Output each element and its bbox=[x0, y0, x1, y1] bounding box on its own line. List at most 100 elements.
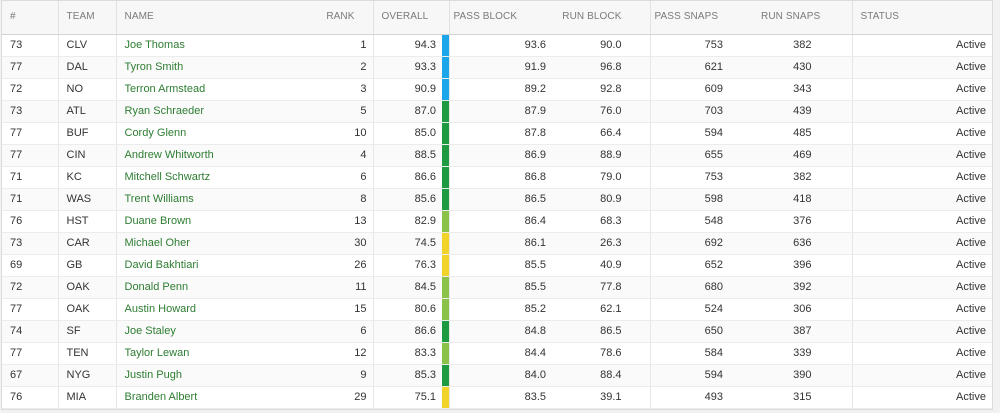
cell-player-name-link[interactable]: Joe Staley bbox=[116, 320, 316, 343]
cell-player-name-link[interactable]: Austin Howard bbox=[116, 298, 316, 321]
cell-pass-block: 86.9 bbox=[449, 144, 552, 167]
cell-rank: 3 bbox=[316, 78, 374, 101]
cell-run-snaps: 430 bbox=[753, 56, 853, 79]
table-row[interactable]: 71 WAS Trent Williams 8 85.6 86.5 80.9 598 418 Ac… bbox=[2, 188, 992, 211]
cell-number: 67 bbox=[2, 364, 59, 387]
cell-player-name-link[interactable]: Tyron Smith bbox=[116, 56, 316, 79]
cell-grade-tier bbox=[442, 298, 450, 321]
cell-team: CIN bbox=[58, 144, 117, 167]
table-row[interactable]: 73 CLV Joe Thomas 1 94.3 93.6 90.0 753 382 Active bbox=[2, 34, 992, 57]
table-body: 73 CLV Joe Thomas 1 94.3 93.6 90.0 753 382 Active… bbox=[2, 34, 992, 409]
cell-player-name-link[interactable]: Cordy Glenn bbox=[116, 122, 316, 145]
cell-player-name-link[interactable]: Mitchell Schwartz bbox=[116, 166, 316, 189]
cell-overall: 88.5 bbox=[373, 144, 442, 167]
cell-run-block: 39.1 bbox=[552, 386, 651, 409]
cell-player-name-link[interactable]: Joe Thomas bbox=[116, 34, 316, 57]
col-header-status[interactable]: STATUS bbox=[852, 1, 992, 35]
cell-player-name-link[interactable]: Duane Brown bbox=[116, 210, 316, 233]
cell-run-block: 88.9 bbox=[552, 144, 651, 167]
cell-rank: 1 bbox=[316, 34, 374, 57]
table-row[interactable]: 76 HST Duane Brown 13 82.9 86.4 68.3 548 376 Acti… bbox=[2, 210, 992, 233]
cell-run-snaps: 636 bbox=[753, 232, 853, 255]
cell-run-block: 78.6 bbox=[552, 342, 651, 365]
cell-player-name-link[interactable]: Michael Oher bbox=[116, 232, 316, 255]
cell-status: Active bbox=[852, 188, 992, 211]
cell-status: Active bbox=[852, 364, 992, 387]
table-row[interactable]: 77 BUF Cordy Glenn 10 85.0 87.8 66.4 594 485 Acti… bbox=[2, 122, 992, 145]
cell-player-name-link[interactable]: David Bakhtiari bbox=[116, 254, 316, 277]
table-row[interactable]: 69 GB David Bakhtiari 26 76.3 85.5 40.9 652 396 A… bbox=[2, 254, 992, 277]
cell-rank: 2 bbox=[316, 56, 374, 79]
table-row[interactable]: 73 ATL Ryan Schraeder 5 87.0 87.9 76.0 703 439 Ac… bbox=[2, 100, 992, 123]
table-row[interactable]: 77 CIN Andrew Whitworth 4 88.5 86.9 88.9 655 469… bbox=[2, 144, 992, 167]
cell-pass-block: 91.9 bbox=[449, 56, 552, 79]
cell-pass-block: 84.4 bbox=[449, 342, 552, 365]
col-header-overall[interactable]: OVERALL bbox=[373, 1, 450, 35]
table-row[interactable]: 72 OAK Donald Penn 11 84.5 85.5 77.8 680 392 Acti… bbox=[2, 276, 992, 299]
cell-overall: 86.6 bbox=[373, 320, 442, 343]
table-row[interactable]: 71 KC Mitchell Schwartz 6 86.6 86.8 79.0 753 382… bbox=[2, 166, 992, 189]
cell-rank: 6 bbox=[316, 320, 374, 343]
cell-team: NO bbox=[58, 78, 117, 101]
cell-player-name-link[interactable]: Donald Penn bbox=[116, 276, 316, 299]
table-row[interactable]: 77 DAL Tyron Smith 2 93.3 91.9 96.8 621 430 Activ… bbox=[2, 56, 992, 79]
col-header-rank[interactable]: RANK bbox=[316, 1, 374, 35]
table-row[interactable]: 77 TEN Taylor Lewan 12 83.3 84.4 78.6 584 339 Act… bbox=[2, 342, 992, 365]
cell-team: CLV bbox=[58, 34, 117, 57]
cell-run-snaps: 392 bbox=[753, 276, 853, 299]
cell-status: Active bbox=[852, 298, 992, 321]
cell-rank: 10 bbox=[316, 122, 374, 145]
cell-rank: 4 bbox=[316, 144, 374, 167]
col-header-pass-block[interactable]: PASS BLOCK bbox=[449, 1, 647, 35]
cell-team: BUF bbox=[58, 122, 117, 145]
cell-player-name-link[interactable]: Trent Williams bbox=[116, 188, 316, 211]
table-row[interactable]: 67 NYG Justin Pugh 9 85.3 84.0 88.4 594 390 Activ… bbox=[2, 364, 992, 387]
cell-grade-tier bbox=[442, 78, 450, 101]
cell-number: 72 bbox=[2, 78, 59, 101]
table-row[interactable]: 74 SF Joe Staley 6 86.6 84.8 86.5 650 387 Active bbox=[2, 320, 992, 343]
cell-run-snaps: 343 bbox=[753, 78, 853, 101]
cell-overall: 80.6 bbox=[373, 298, 442, 321]
cell-grade-tier bbox=[442, 210, 450, 233]
cell-overall: 82.9 bbox=[373, 210, 442, 233]
cell-pass-snaps: 594 bbox=[650, 122, 753, 145]
cell-number: 73 bbox=[2, 232, 59, 255]
cell-player-name-link[interactable]: Ryan Schraeder bbox=[116, 100, 316, 123]
cell-player-name-link[interactable]: Andrew Whitworth bbox=[116, 144, 316, 167]
cell-pass-snaps: 753 bbox=[650, 34, 753, 57]
cell-grade-tier bbox=[442, 122, 450, 145]
cell-player-name-link[interactable]: Taylor Lewan bbox=[116, 342, 316, 365]
cell-overall: 94.3 bbox=[373, 34, 442, 57]
cell-run-block: 77.8 bbox=[552, 276, 651, 299]
col-header-pass-snaps[interactable]: PASS SNAPS bbox=[650, 1, 753, 35]
cell-pass-snaps: 652 bbox=[650, 254, 753, 277]
cell-rank: 29 bbox=[316, 386, 374, 409]
table-row[interactable]: 76 MIA Branden Albert 29 75.1 83.5 39.1 493 315 A… bbox=[2, 386, 992, 409]
col-header-run-snaps[interactable]: RUN SNAPS bbox=[753, 1, 853, 35]
cell-run-snaps: 390 bbox=[753, 364, 853, 387]
cell-team: HST bbox=[58, 210, 117, 233]
cell-grade-tier bbox=[442, 56, 450, 79]
cell-player-name-link[interactable]: Branden Albert bbox=[116, 386, 316, 409]
cell-player-name-link[interactable]: Terron Armstead bbox=[116, 78, 316, 101]
table-row[interactable]: 72 NO Terron Armstead 3 90.9 89.2 92.8 609 343 Ac… bbox=[2, 78, 992, 101]
col-header-name[interactable]: NAME bbox=[116, 1, 316, 35]
table-row[interactable]: 73 CAR Michael Oher 30 74.5 86.1 26.3 692 636 Act… bbox=[2, 232, 992, 255]
cell-run-snaps: 382 bbox=[753, 34, 853, 57]
grade-tier-bar bbox=[442, 364, 449, 386]
cell-overall: 75.1 bbox=[373, 386, 442, 409]
cell-number: 77 bbox=[2, 56, 59, 79]
cell-overall: 85.3 bbox=[373, 364, 442, 387]
cell-number: 77 bbox=[2, 298, 59, 321]
cell-player-name-link[interactable]: Justin Pugh bbox=[116, 364, 316, 387]
cell-run-block: 92.8 bbox=[552, 78, 651, 101]
cell-overall: 87.0 bbox=[373, 100, 442, 123]
cell-run-block: 76.0 bbox=[552, 100, 651, 123]
col-header-number[interactable]: # bbox=[2, 1, 59, 35]
col-header-run-block[interactable]: RUN BLOCK bbox=[552, 1, 651, 35]
table-row[interactable]: 77 OAK Austin Howard 15 80.6 85.2 62.1 524 306 Ac… bbox=[2, 298, 992, 321]
cell-run-block: 90.0 bbox=[552, 34, 651, 57]
grade-tier-bar bbox=[442, 188, 449, 210]
cell-pass-snaps: 548 bbox=[650, 210, 753, 233]
col-header-team[interactable]: TEAM bbox=[58, 1, 117, 35]
